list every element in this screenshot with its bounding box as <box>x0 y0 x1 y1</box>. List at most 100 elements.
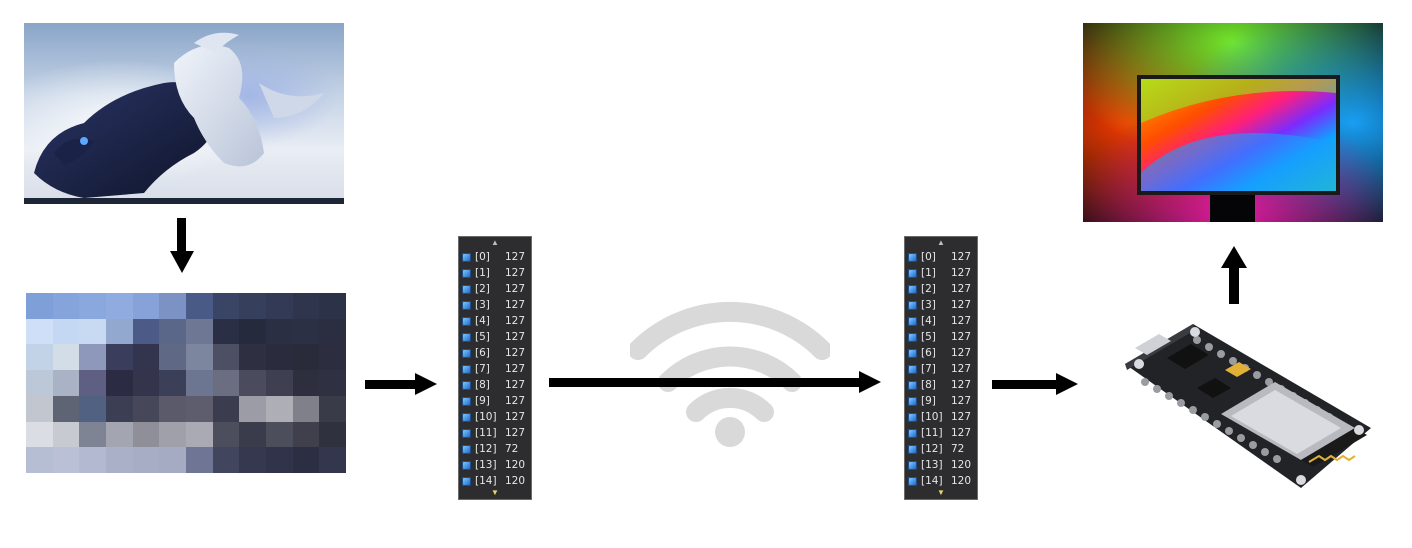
array-index: [4] <box>475 315 490 327</box>
pixel-cell <box>105 421 133 448</box>
pixel-cell <box>159 344 186 371</box>
pixel-cell <box>105 395 133 422</box>
array-index: [12] <box>921 443 943 455</box>
arrow-up-head <box>1221 246 1247 268</box>
pixel-cell <box>26 447 53 473</box>
array-value: 127 <box>505 283 526 295</box>
array-index: [3] <box>475 299 490 311</box>
array-entry[interactable]: [7] 127 <box>459 361 531 377</box>
pixel-cell <box>265 318 293 345</box>
array-value: 72 <box>951 443 965 455</box>
arrow-right-shaft-2 <box>549 378 861 387</box>
pixel-cell <box>159 370 186 396</box>
pixel-cell <box>212 395 240 422</box>
array-value: 120 <box>505 459 526 471</box>
cube-icon <box>908 284 917 294</box>
array-value: 127 <box>951 331 972 343</box>
array-entry[interactable]: [1] 127 <box>459 265 531 281</box>
array-index: [10] <box>921 411 943 423</box>
array-entry[interactable]: [5] 127 <box>459 329 531 345</box>
array-entry[interactable]: [2] 127 <box>905 281 977 297</box>
array-entry[interactable]: [2] 127 <box>459 281 531 297</box>
array-index: [6] <box>921 347 936 359</box>
scroll-down-arrow-icon[interactable]: ▼ <box>459 487 531 499</box>
pixel-cell <box>185 447 213 473</box>
pixel-cell <box>159 447 186 473</box>
cube-icon <box>462 348 471 358</box>
array-entry[interactable]: [10] 127 <box>905 409 977 425</box>
pixel-cell <box>26 318 53 345</box>
array-index: [1] <box>921 267 936 279</box>
array-index: [13] <box>921 459 943 471</box>
array-value: 127 <box>951 283 972 295</box>
pixel-cell <box>212 318 240 345</box>
array-entry[interactable]: [0] 127 <box>459 249 531 265</box>
array-entry[interactable]: [13] 120 <box>905 457 977 473</box>
wifi-icon <box>630 301 830 447</box>
array-value: 127 <box>505 395 526 407</box>
array-entry[interactable]: [4] 127 <box>459 313 531 329</box>
array-index: [3] <box>921 299 936 311</box>
pixel-cell <box>132 395 160 422</box>
pixelated-color-grid <box>26 293 346 473</box>
pixel-cell <box>185 421 213 448</box>
arrow-right-shaft-3 <box>992 380 1058 389</box>
scroll-up-arrow-icon[interactable]: ▲ <box>459 237 531 249</box>
array-entry[interactable]: [0] 127 <box>905 249 977 265</box>
array-entry[interactable]: [6] 127 <box>459 345 531 361</box>
pixel-cell <box>212 447 240 473</box>
cube-icon <box>908 460 917 470</box>
arrow-right-head-2 <box>859 371 881 393</box>
array-entry[interactable]: [1] 127 <box>905 265 977 281</box>
array-entry[interactable]: [9] 127 <box>905 393 977 409</box>
array-entry[interactable]: [8] 127 <box>459 377 531 393</box>
array-entry[interactable]: [8] 127 <box>905 377 977 393</box>
pixel-cell <box>79 395 106 422</box>
pixel-cell <box>185 293 213 319</box>
cube-icon <box>908 380 917 390</box>
desktop-screenshot <box>24 23 344 204</box>
array-entry[interactable]: [7] 127 <box>905 361 977 377</box>
scroll-up-arrow-icon[interactable]: ▲ <box>905 237 977 249</box>
pixel-cell <box>265 421 293 448</box>
scroll-down-arrow-icon[interactable]: ▼ <box>905 487 977 499</box>
array-entry[interactable]: [11] 127 <box>459 425 531 441</box>
array-entry[interactable]: [12] 72 <box>459 441 531 457</box>
array-index: [10] <box>475 411 497 423</box>
array-entry[interactable]: [6] 127 <box>905 345 977 361</box>
arrow-down-shaft <box>177 218 186 252</box>
array-index: [8] <box>921 379 936 391</box>
pixel-cell <box>105 344 133 371</box>
pixel-cell <box>52 293 80 319</box>
pixel-cell <box>185 318 213 345</box>
cube-icon <box>462 380 471 390</box>
pixel-cell <box>185 344 213 371</box>
pixel-cell <box>185 370 213 396</box>
array-entry[interactable]: [3] 127 <box>905 297 977 313</box>
cube-icon <box>462 268 471 278</box>
cube-icon <box>462 428 471 438</box>
array-entry[interactable]: [11] 127 <box>905 425 977 441</box>
array-entry[interactable]: [13] 120 <box>459 457 531 473</box>
pixel-cell <box>239 421 266 448</box>
array-entry[interactable]: [9] 127 <box>459 393 531 409</box>
array-entry[interactable]: [3] 127 <box>459 297 531 313</box>
array-entry[interactable]: [12] 72 <box>905 441 977 457</box>
array-entry[interactable]: [10] 127 <box>459 409 531 425</box>
array-entry[interactable]: [5] 127 <box>905 329 977 345</box>
cube-icon <box>908 412 917 422</box>
pixel-cell <box>159 395 186 422</box>
pixel-cell <box>79 318 106 345</box>
wallpaper-artwork <box>34 32 324 198</box>
array-value: 127 <box>951 363 972 375</box>
pixel-cell <box>265 395 293 422</box>
pixel-cell <box>239 395 266 422</box>
pixel-cell <box>265 293 293 319</box>
cube-icon <box>908 444 917 454</box>
array-value: 127 <box>951 379 972 391</box>
cube-icon <box>908 396 917 406</box>
pixel-cell <box>292 318 320 345</box>
array-entry[interactable]: [4] 127 <box>905 313 977 329</box>
array-value: 127 <box>951 395 972 407</box>
pixel-cell <box>319 370 346 396</box>
